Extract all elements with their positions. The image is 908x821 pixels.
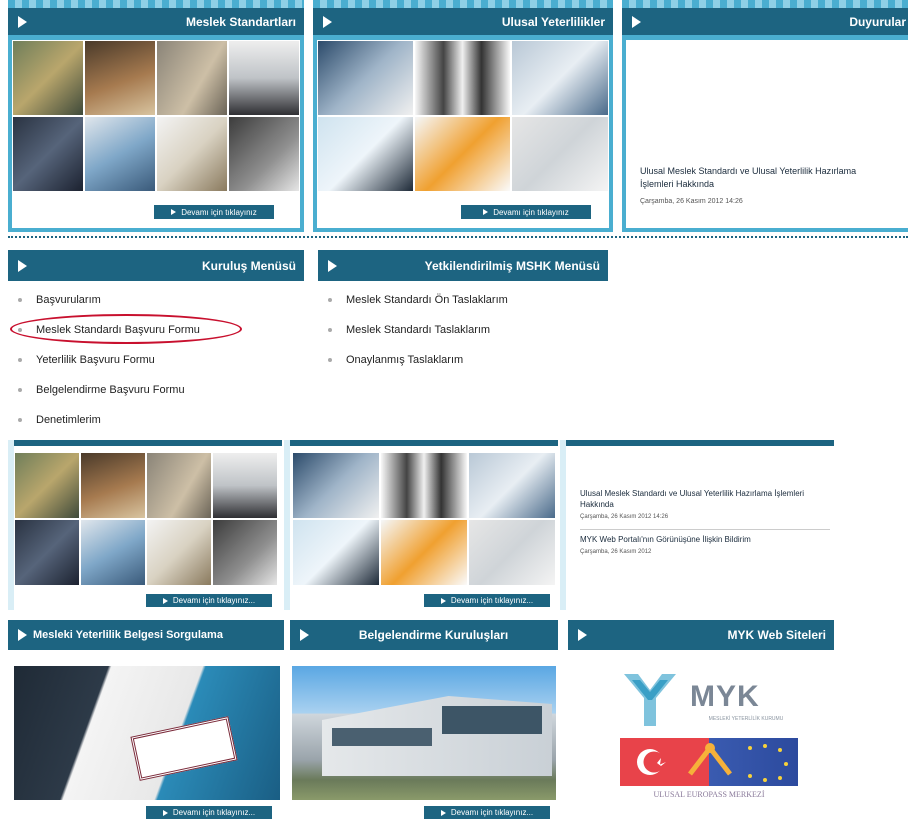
menu-item-yeterlilik-basvuru-formu[interactable]: Yeterlilik Başvuru Formu: [8, 345, 304, 375]
devami-button[interactable]: Devamı için tıklayınız: [461, 205, 591, 219]
myk-emblem-icon: [624, 674, 676, 726]
wavy-border: [622, 0, 908, 8]
menu-item-basvurularim[interactable]: Başvurularım: [8, 285, 304, 315]
play-arrow-icon: [632, 15, 641, 28]
news-title[interactable]: Ulusal Meslek Standardı ve Ulusal Yeterl…: [580, 488, 830, 510]
bottom-panel-header[interactable]: Mesleki Yeterlilik Belgesi Sorgulama: [8, 620, 284, 650]
bullet-icon: [328, 298, 332, 302]
bullet-icon: [328, 358, 332, 362]
button-label: Devamı için tıklayınız...: [450, 596, 534, 605]
top-bar: [290, 440, 558, 446]
mshk-menu: Yetkilendirilmiş MSHK Menüsü Meslek Stan…: [318, 250, 608, 375]
certificate-photo: [14, 666, 280, 800]
bullet-icon: [18, 388, 22, 392]
myk-logo[interactable]: MYK MESLEKİ YETERLİLİK KURUMU: [618, 668, 798, 734]
wavy-border: [8, 0, 304, 8]
europass-flag-icon: [637, 743, 788, 782]
panel-title: Belgelendirme Kuruluşları: [358, 628, 509, 642]
bullet-icon: [18, 298, 22, 302]
bullet-icon: [18, 418, 22, 422]
bottom-panel-header[interactable]: MYK Web Siteleri: [568, 620, 834, 650]
menu-title: Yetkilendirilmiş MSHK Menüsü: [424, 258, 600, 273]
play-arrow-icon: [440, 597, 446, 604]
panel-meslek-standartlari: Meslek Standartları Devamı için tıklayın…: [8, 0, 304, 232]
menu-title: Kuruluş Menüsü: [201, 258, 296, 273]
news-date: Çarşamba, 26 Kasım 2012 14:26: [580, 514, 669, 520]
top-bar: [566, 440, 834, 446]
menu-item-label: Yeterlilik Başvuru Formu: [36, 354, 155, 366]
play-arrow-icon: [578, 629, 587, 641]
button-label: Devamı için tıklayınız: [493, 207, 569, 217]
news-item[interactable]: Ulusal Meslek Standardı ve Ulusal Yeterl…: [640, 165, 880, 208]
panel-title: MYK Web Siteleri: [727, 628, 826, 642]
bullet-icon: [18, 358, 22, 362]
europass-logo[interactable]: [620, 738, 798, 786]
button-label: Devamı için tıklayınız: [181, 207, 257, 217]
highlight-ellipse: [10, 314, 242, 344]
myk-wordmark: MYK: [690, 680, 760, 713]
photo-collage: [14, 452, 278, 586]
menu-item-belgelendirme-basvuru-formu[interactable]: Belgelendirme Başvuru Formu: [8, 375, 304, 405]
devami-button[interactable]: Devamı için tıklayınız...: [146, 806, 272, 819]
panel-header[interactable]: Ulusal Yeterlilikler: [313, 8, 613, 35]
europass-caption: ULUSAL EUROPASS MERKEZİ: [653, 790, 765, 799]
play-arrow-icon: [440, 809, 446, 816]
play-arrow-icon: [18, 15, 27, 28]
myk-subtitle: MESLEKİ YETERLİLİK KURUMU: [708, 716, 784, 722]
top-bar: [14, 440, 282, 446]
panel-duyurular: Duyurular Ulusal Meslek Standardı ve Ulu…: [622, 0, 908, 232]
panel-header[interactable]: Duyurular: [622, 8, 908, 35]
news-title[interactable]: Ulusal Meslek Standardı ve Ulusal Yeterl…: [640, 165, 880, 191]
news-title[interactable]: MYK Web Portalı'nın Görünüşüne İlişkin B…: [580, 534, 830, 545]
menu-item-label: Belgelendirme Başvuru Formu: [36, 384, 185, 396]
panel-title: Mesleki Yeterlilik Belgesi Sorgulama: [33, 629, 223, 641]
photo-collage: [317, 40, 609, 192]
photo-collage: [292, 452, 556, 586]
news-list: Ulusal Meslek Standardı ve Ulusal Yeterl…: [580, 488, 830, 558]
devami-button[interactable]: Devamı için tıklayınız...: [424, 806, 550, 819]
play-arrow-icon: [162, 809, 168, 816]
panel-title: Duyurular: [849, 14, 906, 29]
play-arrow-icon: [18, 259, 27, 272]
menu-item-label: Başvurularım: [36, 294, 101, 306]
panel-header[interactable]: Meslek Standartları: [8, 8, 304, 35]
separator: [560, 440, 566, 610]
panel-title: Meslek Standartları: [185, 14, 296, 29]
building-photo: [292, 666, 556, 800]
play-arrow-icon: [18, 629, 27, 641]
devami-button[interactable]: Devamı için tıklayınız: [154, 205, 274, 219]
play-arrow-icon: [300, 629, 309, 641]
photo-collage: [12, 40, 300, 192]
separator: [284, 440, 290, 610]
play-arrow-icon: [162, 597, 168, 604]
play-arrow-icon: [323, 15, 332, 28]
menu-header: Yetkilendirilmiş MSHK Menüsü: [318, 250, 608, 281]
menu-item-label: Denetimlerim: [36, 414, 101, 426]
button-label: Devamı için tıklayınız...: [450, 808, 534, 817]
menu-item-denetimlerim[interactable]: Denetimlerim: [8, 405, 304, 435]
news-date: Çarşamba, 26 Kasım 2012 14:26: [640, 198, 743, 205]
bottom-panel-header[interactable]: Belgelendirme Kuruluşları: [290, 620, 558, 650]
menu-item-label: Meslek Standardı Taslaklarım: [346, 324, 491, 336]
devami-button[interactable]: Devamı için tıklayınız...: [146, 594, 272, 607]
menu-item-label: Onaylanmış Taslaklarım: [346, 354, 464, 366]
devami-button[interactable]: Devamı için tıklayınız...: [424, 594, 550, 607]
button-label: Devamı için tıklayınız...: [172, 808, 256, 817]
panel-ulusal-yeterlilikler: Ulusal Yeterlilikler Devamı için tıklayı…: [313, 0, 613, 232]
menu-item-onaylanmis-taslaklarim[interactable]: Onaylanmış Taslaklarım: [318, 345, 608, 375]
news-date: Çarşamba, 26 Kasım 2012: [580, 549, 652, 555]
menu-header: Kuruluş Menüsü: [8, 250, 304, 281]
menu-item-on-taslaklarim[interactable]: Meslek Standardı Ön Taslaklarım: [318, 285, 608, 315]
panel-title: Ulusal Yeterlilikler: [501, 14, 605, 29]
menu-item-taslaklarim[interactable]: Meslek Standardı Taslaklarım: [318, 315, 608, 345]
play-arrow-icon: [171, 209, 177, 215]
menu-item-label: Meslek Standardı Ön Taslaklarım: [346, 294, 508, 306]
bullet-icon: [328, 328, 332, 332]
play-arrow-icon: [483, 209, 489, 215]
dotted-divider: [8, 236, 908, 238]
button-label: Devamı için tıklayınız...: [172, 596, 256, 605]
play-arrow-icon: [328, 259, 337, 272]
wavy-border: [313, 0, 613, 8]
